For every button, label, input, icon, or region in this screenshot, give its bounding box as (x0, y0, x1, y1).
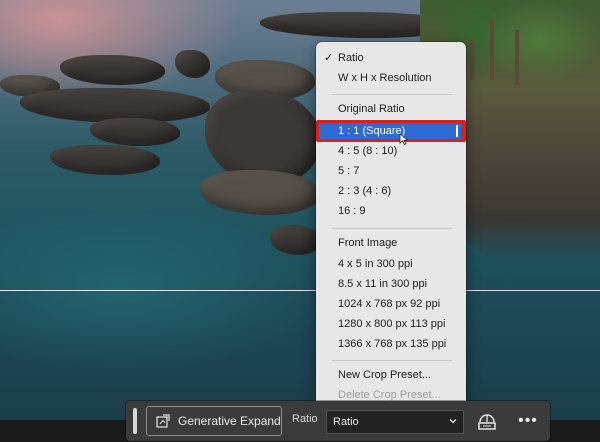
generative-expand-button[interactable]: Generative Expand (146, 406, 282, 436)
menu-item-1024x768[interactable]: 1024 x 768 px 92 ppi (338, 295, 440, 313)
menu-item-new-crop-preset[interactable]: New Crop Preset... (338, 366, 431, 384)
drag-handle[interactable] (133, 408, 137, 434)
menu-item-ratio[interactable]: ✓ Ratio (324, 49, 364, 67)
menu-item-label: 1 : 1 (Square) (338, 125, 406, 137)
crop-guide-line[interactable] (0, 290, 600, 291)
contextual-task-bar[interactable]: Generative Expand Ratio Ratio ••• (126, 401, 550, 441)
menu-item-5-7[interactable]: 5 : 7 (338, 162, 359, 180)
highlight-end-bar (456, 125, 458, 137)
menu-item-2-3[interactable]: 2 : 3 (4 : 6) (338, 182, 391, 200)
straighten-icon[interactable] (476, 410, 498, 432)
palm-tree (515, 30, 519, 85)
ratio-dropdown-value: Ratio (333, 416, 359, 428)
menu-separator (332, 94, 452, 95)
menu-item-4-5[interactable]: 4 : 5 (8 : 10) (338, 142, 397, 160)
menu-item-8-5x11-300ppi[interactable]: 8.5 x 11 in 300 ppi (338, 275, 427, 293)
menu-item-1280x800[interactable]: 1280 x 800 px 113 ppi (338, 315, 445, 333)
generative-expand-icon (156, 414, 170, 428)
chevron-down-icon (449, 419, 457, 424)
menu-item-1-1-square[interactable]: 1 : 1 (Square) (319, 123, 461, 139)
menu-separator (332, 228, 452, 229)
palm-tree (470, 40, 474, 80)
menu-item-4x5-300ppi[interactable]: 4 x 5 in 300 ppi (338, 255, 413, 273)
palm-tree (490, 20, 494, 80)
generative-expand-label: Generative Expand (178, 414, 281, 428)
menu-separator (332, 360, 452, 361)
ratio-field-label: Ratio (292, 413, 318, 425)
menu-item-16-9[interactable]: 16 : 9 (338, 202, 366, 220)
ratio-dropdown[interactable]: Ratio (326, 410, 464, 434)
checkmark-icon: ✓ (324, 52, 334, 64)
menu-item-label: Ratio (338, 52, 364, 64)
menu-item-front-image[interactable]: Front Image (338, 234, 397, 252)
more-icon[interactable]: ••• (517, 410, 539, 432)
annotation-highlight-box: 1 : 1 (Square) (316, 120, 466, 142)
ratio-preset-menu[interactable]: ✓ Ratio W x H x Resolution Original Ratio… (316, 42, 466, 410)
mouse-cursor-icon (399, 133, 409, 145)
background-photo (0, 0, 600, 442)
menu-item-wxhxresolution[interactable]: W x H x Resolution (338, 69, 432, 87)
menu-item-original-ratio[interactable]: Original Ratio (338, 100, 405, 118)
menu-item-1366x768[interactable]: 1366 x 768 px 135 ppi (338, 335, 446, 353)
